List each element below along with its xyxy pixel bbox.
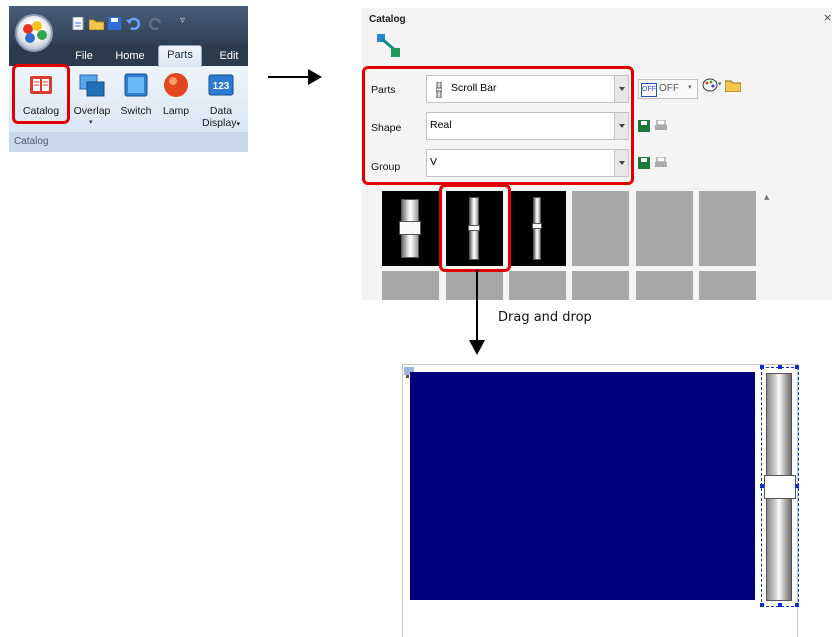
tab-parts[interactable]: Parts: [158, 45, 202, 67]
open-folder-icon[interactable]: [89, 17, 104, 30]
catalog-item[interactable]: [509, 191, 566, 266]
scroll-bar-part[interactable]: [761, 367, 799, 607]
catalog-item[interactable]: [382, 191, 439, 266]
tab-edit[interactable]: Edit: [209, 47, 248, 66]
new-file-icon[interactable]: [71, 17, 86, 30]
catalog-window: Catalog × Parts Scroll Bar Shape Real Gr…: [362, 8, 832, 300]
save-group-icon[interactable]: [638, 157, 650, 169]
lamp-button-label: Lamp: [162, 105, 190, 117]
switch-button-label: Switch: [120, 105, 152, 117]
palette-dropdown-arrow-icon[interactable]: ▾: [718, 80, 722, 88]
ribbon-group-label: Catalog: [14, 136, 49, 147]
print-shape-icon[interactable]: [655, 120, 667, 132]
tab-home[interactable]: Home: [110, 47, 150, 66]
catalog-item-empty[interactable]: [382, 271, 439, 300]
catalog-tool-icon[interactable]: [376, 33, 402, 59]
down-arrow-icon: [469, 270, 485, 355]
data-display-button-label: Data Display▾: [197, 105, 245, 131]
resize-handle[interactable]: [778, 365, 782, 369]
overlap-button-label: Overlap: [73, 105, 111, 117]
screen-canvas[interactable]: [402, 364, 799, 637]
resize-handle[interactable]: [778, 603, 782, 607]
overlap-dropdown-arrow-icon: ▾: [89, 118, 93, 126]
data-display-label-line2: Display: [202, 117, 237, 129]
off-state-button[interactable]: OFF OFF ▾: [638, 79, 698, 99]
fields-highlight-box: [362, 66, 634, 185]
save-icon[interactable]: [107, 17, 122, 30]
data-display-label-line1: Data: [209, 105, 233, 117]
tab-file[interactable]: File: [67, 47, 101, 66]
catalog-item-empty[interactable]: [636, 191, 693, 266]
resize-handle[interactable]: [760, 484, 764, 488]
blue-panel: [410, 372, 755, 600]
data-display-button[interactable]: 123 Data Display▾: [197, 70, 245, 130]
catalog-item-empty[interactable]: [572, 191, 629, 266]
selected-item-highlight-box: [439, 184, 511, 272]
resize-handle[interactable]: [760, 603, 764, 607]
catalog-item-empty[interactable]: [699, 191, 756, 266]
resize-handle[interactable]: [760, 365, 764, 369]
svg-text:123: 123: [213, 81, 230, 92]
catalog-item-empty[interactable]: [636, 271, 693, 300]
overlap-icon: [79, 74, 105, 97]
ribbon: ▿ File Home Parts Edit Catalog Overlap ▾…: [9, 6, 248, 152]
catalog-title: Catalog: [369, 14, 406, 25]
switch-button[interactable]: Switch: [115, 70, 157, 130]
overlap-button[interactable]: Overlap ▾: [69, 70, 115, 130]
drag-and-drop-caption: Drag and drop: [498, 310, 592, 325]
application-menu-orb-icon[interactable]: [15, 14, 53, 52]
data-display-123-icon: 123: [208, 74, 234, 96]
print-group-icon[interactable]: [655, 157, 667, 169]
catalog-highlight-box: [12, 64, 70, 124]
redo-icon[interactable]: [148, 17, 163, 30]
catalog-item-empty[interactable]: [572, 271, 629, 300]
resize-handle[interactable]: [795, 484, 799, 488]
save-shape-icon[interactable]: [638, 120, 650, 132]
catalog-item-empty[interactable]: [509, 271, 566, 300]
undo-icon[interactable]: [126, 17, 141, 30]
lamp-icon: [164, 73, 188, 97]
customize-qat-chevron-icon[interactable]: ▿: [180, 15, 185, 26]
data-display-dropdown-arrow-icon: ▾: [236, 121, 240, 128]
off-label: OFF: [659, 83, 679, 94]
resize-handle[interactable]: [795, 603, 799, 607]
resize-handle[interactable]: [795, 365, 799, 369]
lamp-button[interactable]: Lamp: [157, 70, 195, 130]
close-icon[interactable]: ×: [823, 11, 832, 24]
scroll-up-arrow-icon[interactable]: ▲: [764, 193, 769, 201]
off-dropdown-arrow-icon[interactable]: ▾: [688, 83, 692, 91]
folder-icon[interactable]: [725, 79, 741, 92]
off-badge-icon: OFF: [641, 83, 657, 97]
switch-icon: [124, 73, 148, 97]
color-palette-icon[interactable]: [702, 77, 718, 93]
catalog-item-empty[interactable]: [699, 271, 756, 300]
right-arrow-icon: [268, 69, 322, 85]
